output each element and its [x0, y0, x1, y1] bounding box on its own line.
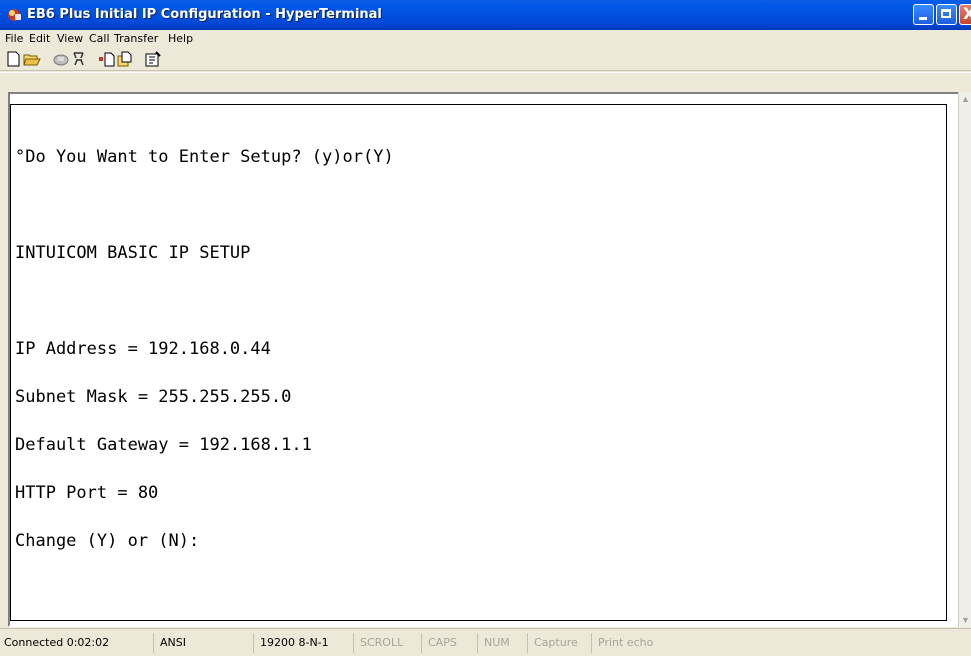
close-button[interactable]: X [959, 4, 971, 25]
toolbar-divider [0, 72, 971, 73]
window-title: EB6 Plus Initial IP Configuration - Hype… [27, 7, 382, 22]
minimize-button[interactable] [913, 4, 934, 25]
call-icon[interactable] [52, 51, 70, 67]
status-port-settings: 19200 8-N-1 [256, 633, 354, 653]
terminal-line: Change (Y) or (N): [15, 531, 200, 551]
status-bar: Connected 0:02:02 ANSI 19200 8-N-1 SCROL… [0, 628, 971, 656]
scroll-up-arrow-icon[interactable]: ▲ [959, 92, 971, 106]
status-emulation: ANSI [156, 633, 254, 653]
menu-bar: File Edit View Call Transfer Help [0, 30, 971, 48]
menu-view[interactable]: View [57, 32, 83, 45]
terminal-line: IP Address = 192.168.0.44 [15, 339, 271, 359]
terminal-line: HTTP Port = 80 [15, 483, 159, 503]
new-file-icon[interactable] [5, 51, 23, 67]
status-capture: Capture [530, 633, 592, 653]
disconnect-icon[interactable] [70, 51, 88, 67]
maximize-button[interactable] [936, 4, 957, 25]
terminal-line: °Do You Want to Enter Setup? (y)or(Y) [15, 147, 394, 167]
send-icon[interactable] [98, 51, 116, 67]
receive-icon[interactable] [116, 51, 134, 67]
status-num: NUM [480, 633, 528, 653]
toolbar [0, 48, 971, 71]
title-bar[interactable]: EB6 Plus Initial IP Configuration - Hype… [0, 0, 971, 30]
status-caps: CAPS [424, 633, 478, 653]
status-print-echo: Print echo [598, 636, 654, 649]
menu-edit[interactable]: Edit [29, 32, 50, 45]
menu-call[interactable]: Call [89, 32, 110, 45]
hyperterminal-app-icon [8, 9, 21, 21]
menu-file[interactable]: File [5, 32, 23, 45]
close-icon: X [963, 4, 971, 23]
terminal-output[interactable]: °Do You Want to Enter Setup? (y)or(Y) IN… [15, 117, 394, 581]
menu-transfer[interactable]: Transfer [114, 32, 158, 45]
status-scroll: SCROLL [356, 633, 422, 653]
hyperterminal-window: EB6 Plus Initial IP Configuration - Hype… [0, 0, 971, 656]
terminal-line: INTUICOM BASIC IP SETUP [15, 243, 251, 263]
terminal-line: Subnet Mask = 255.255.255.0 [15, 387, 292, 407]
vertical-scrollbar[interactable]: ▲ ▼ [958, 92, 971, 627]
open-folder-icon[interactable] [23, 51, 41, 67]
status-connected-time: Connected 0:02:02 [0, 633, 154, 653]
properties-icon[interactable] [144, 51, 162, 67]
terminal-line: Default Gateway = 192.168.1.1 [15, 435, 312, 455]
menu-help[interactable]: Help [168, 32, 193, 45]
scroll-down-arrow-icon[interactable]: ▼ [959, 613, 971, 627]
